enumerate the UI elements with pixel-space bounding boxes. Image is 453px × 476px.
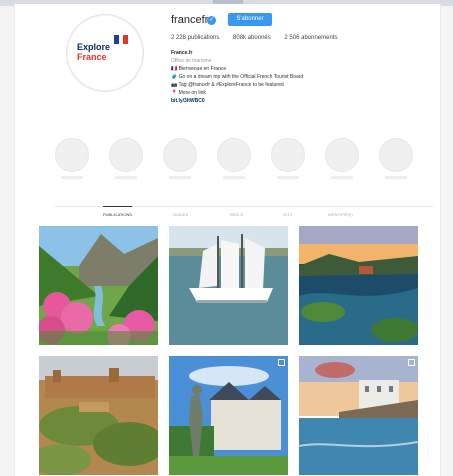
verified-badge-icon: ✓ (207, 16, 216, 25)
highlight-circle (379, 138, 413, 172)
post-thumbnail[interactable] (39, 356, 158, 475)
highlight-circle (55, 138, 89, 172)
bio-link[interactable]: bit.ly/3ItWBC0 (171, 97, 391, 105)
bio-category: Office de tourisme (171, 58, 212, 64)
post-thumbnail[interactable] (39, 226, 158, 345)
highlight-circle (109, 138, 143, 172)
highlight-label (277, 176, 299, 179)
profile-stats: 2 228 publications 808k abonnés 2 506 ab… (171, 35, 349, 41)
tab-tagged[interactable]: IDENTIFIÉ(E) (328, 212, 353, 217)
highlight-label (385, 176, 407, 179)
bio-line: 📷 Tag @francefr & #ExploreFrance to be f… (171, 82, 284, 88)
highlight-item[interactable] (217, 138, 251, 179)
follow-button[interactable]: S'abonner (228, 13, 272, 26)
post-thumbnail[interactable] (169, 356, 288, 475)
bio-line: 🇫🇷 Bienvenue en France (171, 66, 227, 72)
river-sunset-photo (299, 226, 418, 345)
instagram-profile-page: Explore France francefr ✓ S'abonner 2 22… (14, 4, 441, 476)
highlight-item[interactable] (109, 138, 143, 179)
highlight-label (61, 176, 83, 179)
tab-publications[interactable]: PUBLICATIONS (103, 206, 133, 217)
highlight-item[interactable] (163, 138, 197, 179)
highlight-circle (325, 138, 359, 172)
bio-name: France.fr (171, 50, 193, 56)
highlight-label (331, 176, 353, 179)
logo-explore-text: Explore (77, 42, 111, 52)
highlight-item[interactable] (379, 138, 413, 179)
highlight-label (169, 176, 191, 179)
mountain-flowers-photo (39, 226, 158, 345)
highlight-circle (271, 138, 305, 172)
chateau-statue-photo (169, 356, 288, 475)
hill-village-photo (39, 356, 158, 475)
bio-line: 🧳 Go on a dream trip with the Official F… (171, 74, 304, 80)
carousel-icon (278, 359, 285, 366)
following-count[interactable]: 2 506 abonnements (284, 35, 337, 41)
logo-france-text: France (77, 52, 107, 62)
publications-count: 2 228 publications (171, 35, 220, 41)
bio-line: 📍 More on link (171, 90, 206, 96)
sailing-ship-photo (169, 226, 288, 345)
highlight-item[interactable] (55, 138, 89, 179)
post-thumbnail[interactable] (299, 226, 418, 345)
highlight-label (223, 176, 245, 179)
highlight-item[interactable] (271, 138, 305, 179)
highlight-item[interactable] (325, 138, 359, 179)
carousel-icon (408, 359, 415, 366)
profile-username: francefr (171, 14, 209, 26)
followers-count[interactable]: 808k abonnés (233, 35, 271, 41)
highlight-circle (163, 138, 197, 172)
explore-france-logo: Explore France (77, 42, 137, 62)
post-thumbnail[interactable] (299, 356, 418, 475)
profile-bio: France.fr Office de tourisme 🇫🇷 Bienvenu… (171, 49, 391, 105)
story-highlights (55, 138, 435, 182)
post-thumbnail[interactable] (169, 226, 288, 345)
profile-avatar[interactable]: Explore France (66, 14, 144, 92)
tab-guides[interactable]: GUIDES (173, 212, 188, 217)
tab-reels[interactable]: REELS (230, 212, 243, 217)
highlight-label (115, 176, 137, 179)
seaside-villa-photo (299, 356, 418, 475)
highlight-circle (217, 138, 251, 172)
tab-igtv[interactable]: IGTV (283, 212, 292, 217)
